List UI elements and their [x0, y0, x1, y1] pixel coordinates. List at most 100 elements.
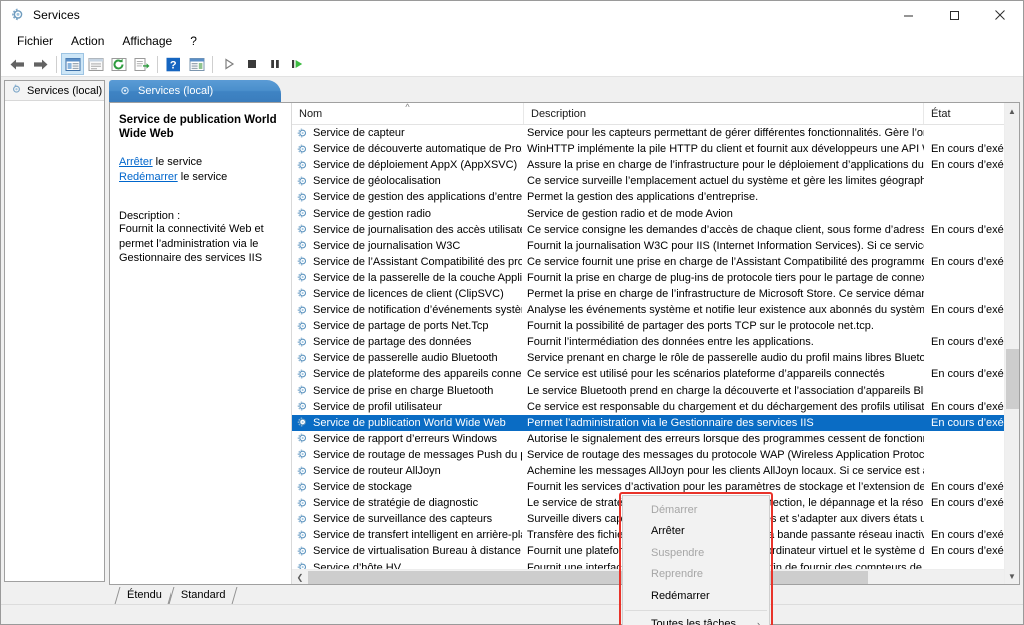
tab-standard-label: Standard [180, 589, 226, 601]
table-row[interactable]: Service de gestion des applications d’en… [292, 189, 1019, 205]
toolbar: ? [1, 52, 1023, 77]
table-row[interactable]: Service de prise en charge Bluetooth Le s… [292, 383, 1019, 399]
menu-action[interactable]: Action [62, 32, 113, 50]
hscroll-thumb[interactable] [308, 570, 868, 584]
cell-service-description: Service de gestion radio et de mode Avio… [527, 207, 733, 220]
vscroll-track[interactable] [1005, 119, 1020, 568]
pause-service-icon[interactable] [263, 53, 286, 75]
close-button[interactable] [977, 1, 1023, 30]
show-action-pane-icon[interactable] [185, 53, 208, 75]
view-tabs: Étendu Standard [109, 585, 1020, 604]
service-name-label: Service de stratégie de diagnostic [313, 497, 479, 510]
cell-service-description: Service pour les capteurs permettant de … [527, 127, 924, 140]
cell-service-name: Service de publication World Wide Web [292, 416, 524, 429]
table-row[interactable]: Service de plateforme des appareils conn… [292, 366, 1019, 382]
window-controls [885, 1, 1023, 30]
cell-service-name: Service de routage de messages Push du p… [292, 448, 524, 461]
tab-services-local[interactable]: Services (local) [109, 80, 281, 102]
scroll-down-icon[interactable]: ▼ [1005, 568, 1020, 584]
service-gear-icon [296, 513, 309, 526]
restart-service-suffix: le service [177, 171, 228, 183]
ctx-toutes-les-taches[interactable]: Toutes les tâches › [623, 614, 769, 625]
ctx-redemarrer[interactable]: Redémarrer [623, 585, 769, 607]
back-icon[interactable] [6, 53, 29, 75]
cell-service-description: Permet la prise en charge de l’infrastru… [527, 287, 924, 300]
table-row[interactable]: Service de stockage Fournit les services … [292, 479, 1019, 495]
ctx-arreter[interactable]: Arrêter [623, 521, 769, 543]
cell-service-state: En cours d’exécut... [931, 336, 1014, 349]
cell-service-description: Permet la gestion des applications d’ent… [527, 191, 759, 204]
service-name-label: Service de la passerelle de la couche Ap… [313, 271, 522, 284]
menu-fichier[interactable]: Fichier [8, 32, 62, 50]
cell-service-name: Service de journalisation W3C [292, 239, 524, 252]
table-row[interactable]: Service de routage de messages Push du p… [292, 447, 1019, 463]
cell-service-name: Service de déploiement AppX (AppXSVC) [292, 159, 524, 172]
table-row[interactable]: Service de capteur Service pour les capte… [292, 125, 1019, 141]
properties-icon[interactable] [84, 53, 107, 75]
table-row[interactable]: Service de la passerelle de la couche Ap… [292, 270, 1019, 286]
restart-service-icon[interactable] [286, 53, 309, 75]
table-row[interactable]: Service de routeur AllJoyn Achemine les m… [292, 463, 1019, 479]
table-row[interactable]: Service de déploiement AppX (AppXSVC) Ass… [292, 157, 1019, 173]
tab-etendu[interactable]: Étendu [117, 586, 171, 604]
menu-aide[interactable]: ? [181, 32, 206, 50]
detail-description-label: Description : [119, 210, 181, 222]
context-menu[interactable]: Démarrer Arrêter Suspendre Reprendre Redémar… [622, 495, 770, 625]
table-row[interactable]: Service de gestion radio Service de gesti… [292, 205, 1019, 221]
table-row[interactable]: Service de découverte automatique de Pro… [292, 141, 1019, 157]
table-row[interactable]: Service de partage des données Fournit l’… [292, 334, 1019, 350]
service-gear-icon [296, 287, 309, 300]
table-row[interactable]: Service de notification d’événements sys… [292, 302, 1019, 318]
table-row[interactable]: Service de partage de ports Net.Tcp Fourn… [292, 318, 1019, 334]
tree-body [5, 101, 104, 581]
column-header-nom-label: Nom [299, 107, 323, 120]
ctx-redemarrer-label: Redémarrer [651, 589, 710, 602]
scroll-left-icon[interactable]: ❮ [292, 570, 308, 585]
vscroll-thumb[interactable] [1005, 349, 1019, 409]
cell-service-name: Service de stockage [292, 481, 524, 494]
maximize-button[interactable] [931, 1, 977, 30]
export-list-icon[interactable] [130, 53, 153, 75]
scroll-up-icon[interactable]: ▲ [1005, 103, 1020, 119]
cell-service-description: Ce service est utilisé pour les scénario… [527, 368, 885, 381]
tab-standard[interactable]: Standard [170, 586, 235, 604]
forward-icon[interactable] [29, 53, 52, 75]
stop-service-link[interactable]: Arrêter [119, 156, 153, 168]
column-header-nom[interactable]: Nom ^ [292, 103, 524, 124]
minimize-button[interactable] [885, 1, 931, 30]
refresh-icon[interactable] [107, 53, 130, 75]
table-row[interactable]: Service de géolocalisation Ce service sur… [292, 173, 1019, 189]
cell-service-name: Service de découverte automatique de Pro… [292, 143, 524, 156]
table-row[interactable]: Service de rapport d’erreurs Windows Auto… [292, 431, 1019, 447]
cell-service-name: Service de passerelle audio Bluetooth [292, 352, 524, 365]
ctx-suspendre-label: Suspendre [651, 546, 705, 559]
service-gear-icon [296, 127, 309, 140]
status-bar [1, 604, 1023, 624]
table-row[interactable]: Service de l’Assistant Compatibilité des… [292, 254, 1019, 270]
column-header-etat[interactable]: État [924, 103, 1014, 124]
tree-root-item[interactable]: Services (local) [5, 81, 104, 101]
service-name-label: Service de passerelle audio Bluetooth [313, 352, 498, 365]
table-row[interactable]: Service de profil utilisateur Ce service … [292, 399, 1019, 415]
start-service-icon[interactable] [217, 53, 240, 75]
vertical-scrollbar[interactable]: ▲ ▼ [1004, 103, 1019, 584]
table-row[interactable]: Service de journalisation W3C Fournit la … [292, 238, 1019, 254]
column-header-description[interactable]: Description [524, 103, 924, 124]
help-icon[interactable]: ? [162, 53, 185, 75]
cell-service-state: En cours d’exécut... [931, 223, 1014, 236]
menu-bar: Fichier Action Affichage ? [1, 30, 1023, 52]
tree-root-label: Services (local) [27, 84, 103, 97]
table-row[interactable]: Service de passerelle audio Bluetooth Ser… [292, 350, 1019, 366]
cell-service-name: Service de capteur [292, 127, 524, 140]
table-row[interactable]: Service de journalisation des accès util… [292, 222, 1019, 238]
show-hide-tree-icon[interactable] [61, 53, 84, 75]
table-row[interactable]: Service de publication World Wide Web Per… [292, 414, 1019, 431]
tab-etendu-label: Étendu [127, 589, 162, 601]
menu-affichage[interactable]: Affichage [113, 32, 181, 50]
restart-service-link[interactable]: Redémarrer [119, 171, 178, 183]
service-name-label: Service de routage de messages Push du p… [313, 448, 522, 461]
cell-service-name: Service de la passerelle de la couche Ap… [292, 271, 524, 284]
table-row[interactable]: Service de licences de client (ClipSVC) P… [292, 286, 1019, 302]
stop-service-icon[interactable] [240, 53, 263, 75]
service-gear-icon [296, 432, 309, 445]
